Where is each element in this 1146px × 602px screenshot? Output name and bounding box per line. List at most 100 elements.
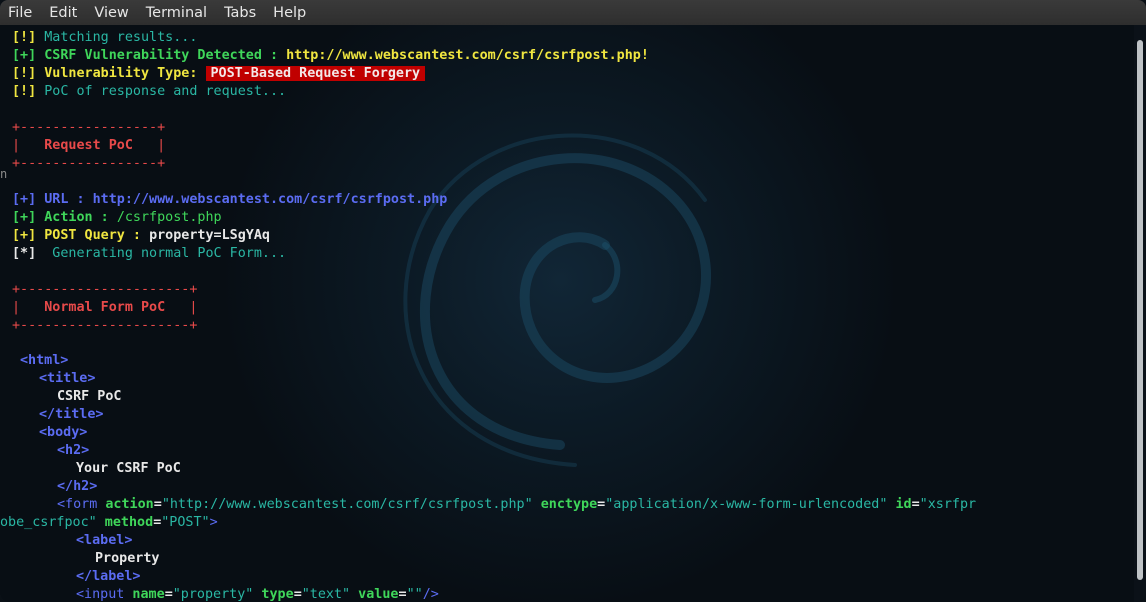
- line-segment: [!]: [12, 66, 37, 81]
- line-segment: "property": [172, 587, 254, 602]
- line-segment: <html>: [20, 353, 69, 368]
- line-segment: <form: [57, 497, 98, 512]
- terminal-line: <body>: [39, 424, 87, 442]
- terminal-line: <title>: [39, 370, 95, 388]
- line-segment: id: [887, 497, 912, 512]
- terminal-line: [*] Generating normal PoC Form...: [12, 245, 286, 263]
- line-segment: <title>: [39, 371, 96, 386]
- line-segment: <label>: [76, 533, 133, 548]
- edge-fragment: n: [0, 167, 8, 181]
- menu-item-file[interactable]: File: [8, 5, 32, 21]
- terminal-line: [+] POST Query : property=LSgYAq: [12, 227, 270, 245]
- line-segment: name: [124, 587, 165, 602]
- line-segment: Generating normal PoC Form...: [36, 246, 287, 261]
- line-segment: "": [406, 587, 423, 602]
- menu-item-help[interactable]: Help: [273, 5, 306, 21]
- terminal-line: <html>: [20, 352, 68, 370]
- menu-item-terminal[interactable]: Terminal: [146, 5, 207, 21]
- terminal-line: +---------------------+: [12, 317, 197, 335]
- line-segment: [+]: [12, 210, 37, 225]
- terminal-line: </h2>: [57, 478, 97, 496]
- line-segment: property=LSgYAq: [149, 228, 270, 243]
- line-segment: Request PoC: [20, 138, 158, 153]
- terminal-line: <h2>: [57, 442, 89, 460]
- line-segment: enctype: [532, 497, 598, 512]
- line-segment: Your CSRF PoC: [76, 461, 181, 476]
- line-segment: method: [96, 515, 154, 530]
- line-segment: http://www.webscantest.com/csrf/csrfpost…: [286, 48, 649, 63]
- line-segment: URL :: [36, 192, 93, 207]
- line-segment: [+]: [12, 48, 37, 63]
- terminal-line: </label>: [76, 568, 141, 586]
- line-segment: +---------------------+: [12, 318, 198, 333]
- line-segment: |: [189, 300, 198, 315]
- line-segment: </title>: [39, 407, 104, 422]
- line-segment: |: [12, 138, 21, 153]
- line-segment: action: [97, 497, 154, 512]
- line-segment: "http://www.webscantest.com/csrf/csrfpos…: [161, 497, 533, 512]
- line-segment: Property: [95, 551, 160, 566]
- line-segment: Vulnerability Type:: [36, 66, 206, 81]
- line-segment: "xsrfpr: [919, 497, 977, 512]
- line-segment: CSRF PoC: [57, 389, 122, 404]
- terminal-window: File Edit View Terminal Tabs Help n [!] Match…: [0, 0, 1146, 602]
- line-segment: </h2>: [57, 479, 98, 494]
- terminal-line: [!] Matching results...: [12, 29, 197, 47]
- line-segment: value: [350, 587, 399, 602]
- vulnerability-type-badge: POST-Based Request Forgery: [205, 66, 426, 81]
- terminal-line: | Request PoC |: [12, 137, 165, 155]
- scrollbar[interactable]: [1134, 25, 1146, 602]
- line-segment: =: [398, 587, 407, 602]
- line-segment: PoC of response and request...: [36, 84, 287, 99]
- terminal-line: Property: [95, 550, 160, 568]
- menu-item-view[interactable]: View: [94, 5, 128, 21]
- line-segment: +-----------------+: [12, 156, 166, 171]
- line-segment: >: [209, 515, 218, 530]
- line-segment: [+]: [12, 228, 37, 243]
- line-segment: "application/x-www-form-urlencoded": [605, 497, 888, 512]
- line-segment: <h2>: [57, 443, 90, 458]
- line-segment: Action :: [36, 210, 117, 225]
- line-segment: <body>: [39, 425, 88, 440]
- terminal-output[interactable]: n [!] Matching results... [+] CSRF Vulner…: [0, 25, 1134, 602]
- terminal-line: [+] Action : /csrfpost.php: [12, 209, 222, 227]
- terminal-line: [+] URL : http://www.webscantest.com/csr…: [12, 191, 447, 209]
- line-segment: </label>: [76, 569, 141, 584]
- line-segment: <input: [76, 587, 125, 602]
- terminal-line: </title>: [39, 406, 104, 424]
- menu-item-edit[interactable]: Edit: [49, 5, 77, 21]
- line-segment: "POST": [161, 515, 210, 530]
- line-segment: http://www.webscantest.com/csrf/csrfpost…: [92, 192, 448, 207]
- line-segment: type: [253, 587, 294, 602]
- line-segment: =: [293, 587, 302, 602]
- line-segment: CSRF Vulnerability Detected :: [36, 48, 287, 63]
- line-segment: |: [12, 300, 21, 315]
- line-segment: [*]: [12, 246, 37, 261]
- line-segment: +---------------------+: [12, 282, 198, 297]
- terminal-line: <form action="http://www.webscantest.com…: [57, 496, 976, 514]
- terminal-line: [!] Vulnerability Type: POST-Based Reque…: [12, 65, 426, 83]
- line-segment: [!]: [12, 30, 37, 45]
- terminal-line: [!] PoC of response and request...: [12, 83, 286, 101]
- terminal-line: +---------------------+: [12, 281, 197, 299]
- line-segment: obe_csrfpoc": [0, 515, 97, 530]
- line-segment: =: [153, 497, 162, 512]
- line-segment: />: [422, 587, 439, 602]
- line-segment: +-----------------+: [12, 120, 166, 135]
- terminal-line: +-----------------+: [12, 155, 165, 173]
- terminal-line: obe_csrfpoc" method="POST">: [0, 514, 218, 532]
- line-segment: Matching results...: [36, 30, 198, 45]
- terminal-line: [+] CSRF Vulnerability Detected : http:/…: [12, 47, 649, 65]
- scrollbar-thumb[interactable]: [1137, 40, 1143, 580]
- terminal-line: Your CSRF PoC: [76, 460, 181, 478]
- line-segment: =: [911, 497, 920, 512]
- line-segment: "text": [301, 587, 351, 602]
- line-segment: [!]: [12, 84, 37, 99]
- terminal-line: <input name="property" type="text" value…: [76, 586, 439, 602]
- terminal-line: <label>: [76, 532, 132, 550]
- terminal-line: +-----------------+: [12, 119, 165, 137]
- line-segment: Normal Form PoC: [20, 300, 190, 315]
- line-segment: /csrfpost.php: [116, 210, 222, 225]
- line-segment: =: [164, 587, 173, 602]
- menu-item-tabs[interactable]: Tabs: [224, 5, 256, 21]
